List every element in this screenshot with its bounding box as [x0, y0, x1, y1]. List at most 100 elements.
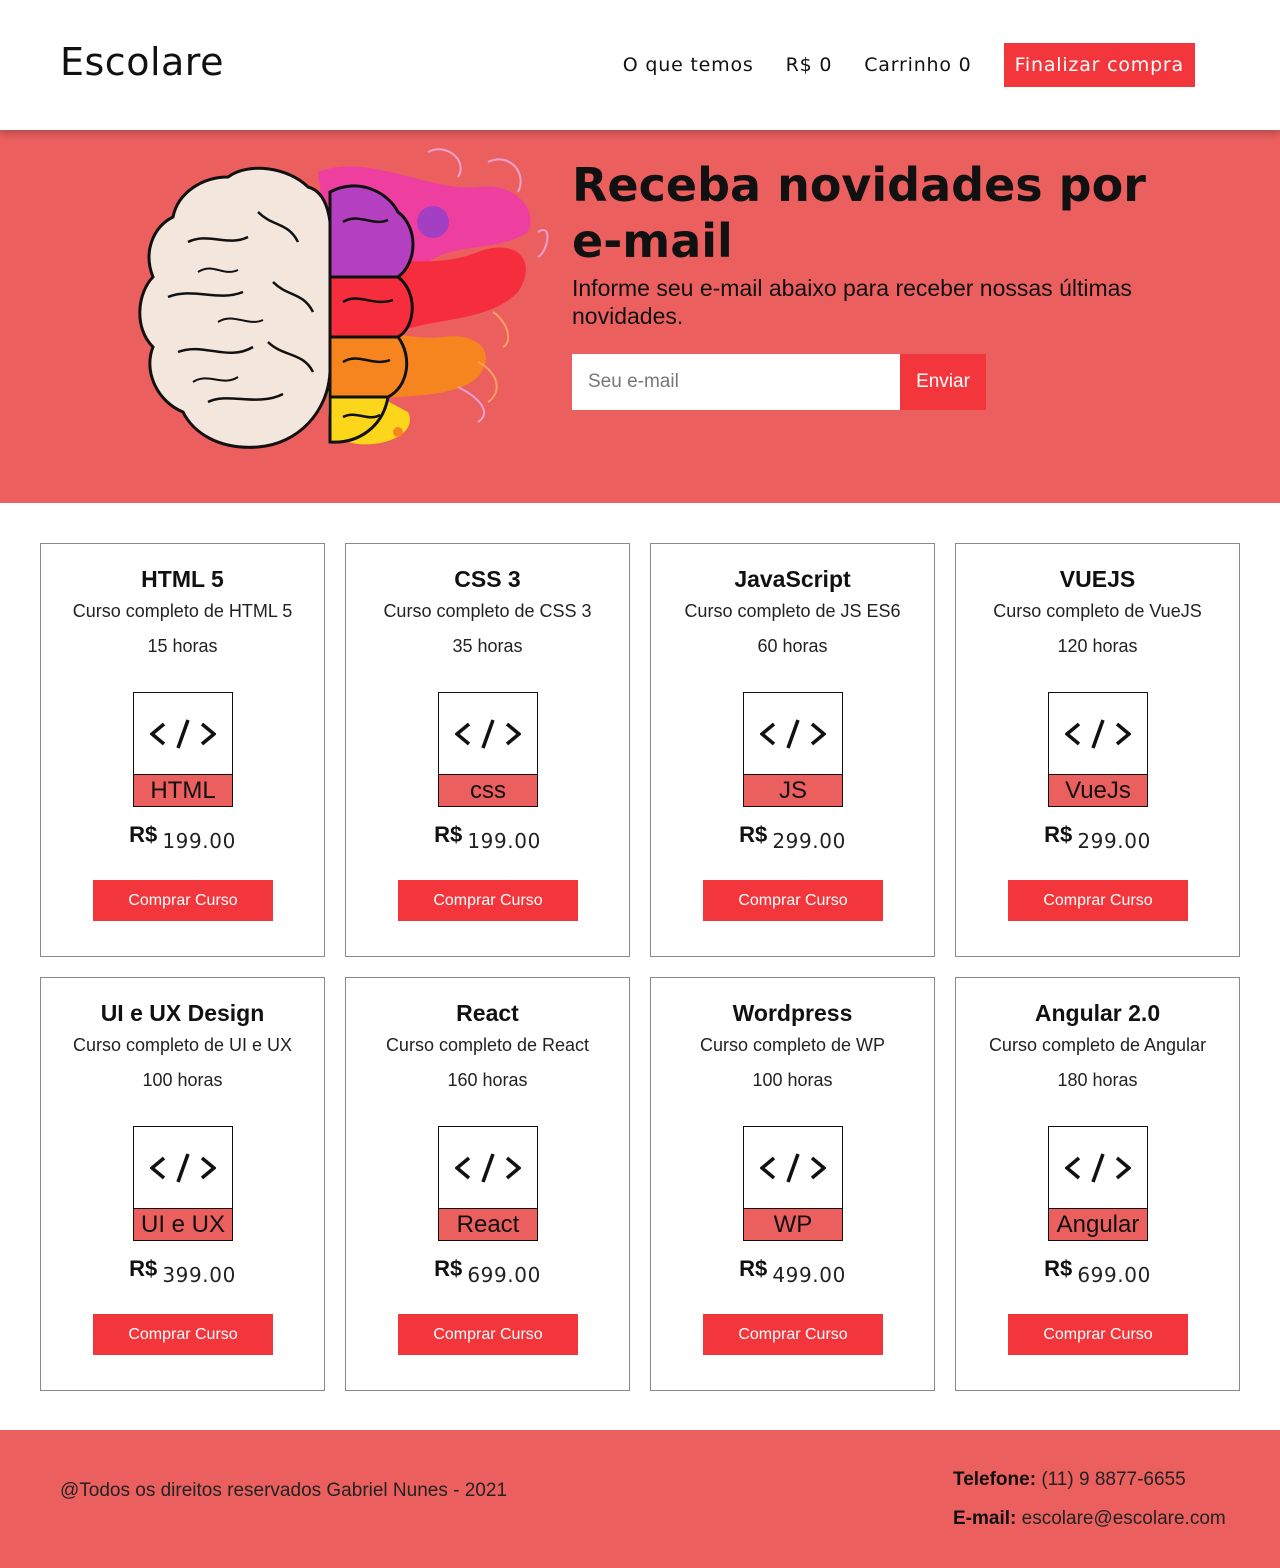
buy-course-button[interactable]: Comprar Curso	[93, 880, 273, 921]
currency-symbol: R$	[739, 1256, 768, 1281]
buy-course-button[interactable]: Comprar Curso	[1008, 880, 1188, 921]
course-title: CSS 3	[454, 566, 521, 592]
course-card: HTML 5 Curso completo de HTML 5 15 horas…	[40, 543, 325, 957]
course-price: R$ 499.00	[651, 1256, 934, 1287]
buy-course-button[interactable]: Comprar Curso	[1008, 1314, 1188, 1355]
course-title: UI e UX Design	[100, 1000, 265, 1026]
course-tag: JS	[744, 774, 842, 806]
code-icon: HTML	[133, 692, 233, 807]
buy-course-button[interactable]: Comprar Curso	[93, 1314, 273, 1355]
buy-course-button[interactable]: Comprar Curso	[703, 880, 883, 921]
course-description: Curso completo de VueJS	[993, 601, 1202, 621]
course-hours: 160 horas	[447, 1070, 528, 1090]
currency-symbol: R$	[434, 822, 463, 847]
phone-value: (11) 9 8877-6655	[1041, 1469, 1186, 1490]
code-icon: JS	[743, 692, 843, 807]
course-card: CSS 3 Curso completo de CSS 3 35 horas c…	[345, 543, 630, 957]
email-input[interactable]	[572, 354, 900, 410]
code-icon: VueJs	[1048, 692, 1148, 807]
nav-what-we-have[interactable]: O que temos	[623, 54, 754, 76]
code-icon: UI e UX	[133, 1126, 233, 1241]
course-tag: css	[439, 774, 537, 806]
currency-symbol: R$	[434, 1256, 463, 1281]
course-price: R$ 299.00	[651, 822, 934, 853]
price-value: 699.00	[467, 1263, 541, 1287]
course-title: React	[456, 1000, 519, 1026]
currency-symbol: R$	[739, 822, 768, 847]
course-card: React Curso completo de React 160 horas …	[345, 977, 630, 1391]
email-label: E-mail:	[953, 1508, 1017, 1529]
course-price: R$ 199.00	[346, 822, 629, 853]
course-tag: Angular	[1049, 1208, 1147, 1240]
course-hours: 100 horas	[142, 1070, 223, 1090]
price-value: 199.00	[467, 829, 541, 853]
course-description: Curso completo de CSS 3	[383, 601, 592, 621]
course-card: UI e UX Design Curso completo de UI e UX…	[40, 977, 325, 1391]
course-title: HTML 5	[141, 566, 224, 592]
email-line: E-mail: escolare@escolare.com	[953, 1499, 1226, 1538]
course-description: Curso completo de Angular	[988, 1035, 1207, 1055]
course-price: R$ 699.00	[346, 1256, 629, 1287]
newsletter-hero: Receba novidades por e-mail Informe seu …	[0, 130, 1280, 503]
currency-symbol: R$	[129, 822, 158, 847]
brain-illustration	[138, 148, 549, 449]
brain-right-hemisphere	[328, 184, 415, 444]
course-card: JavaScript Curso completo de JS ES6 60 h…	[650, 543, 935, 957]
hero-title: Receba novidades por e-mail	[572, 158, 1146, 268]
course-price: R$ 699.00	[956, 1256, 1239, 1287]
price-value: 199.00	[162, 829, 236, 853]
currency-symbol: R$	[1044, 822, 1073, 847]
course-description: Curso completo de JS ES6	[684, 601, 901, 621]
course-description: Curso completo de UI e UX	[72, 1035, 293, 1055]
price-value: 299.00	[772, 829, 846, 853]
hero-subtitle: Informe seu e-mail abaixo para receber n…	[572, 275, 1132, 329]
course-hours: 120 horas	[1057, 636, 1138, 656]
course-card: VUEJS Curso completo de VueJS 120 horas …	[955, 543, 1240, 957]
course-description: Curso completo de React	[385, 1035, 590, 1055]
code-icon: WP	[743, 1126, 843, 1241]
currency-symbol: R$	[1044, 1256, 1073, 1281]
price-value: 299.00	[1077, 829, 1151, 853]
site-footer: @Todos os direitos reservados Gabriel Nu…	[0, 1430, 1280, 1568]
send-button[interactable]: Enviar	[900, 354, 986, 410]
buy-course-button[interactable]: Comprar Curso	[398, 1314, 578, 1355]
logo[interactable]: Escolare	[60, 40, 224, 84]
brain-left-hemisphere	[138, 166, 333, 449]
code-icon: React	[438, 1126, 538, 1241]
course-tag: VueJs	[1049, 774, 1147, 806]
course-price: R$ 199.00	[41, 822, 324, 853]
course-price: R$ 399.00	[41, 1256, 324, 1287]
email-value[interactable]: escolare@escolare.com	[1022, 1508, 1226, 1529]
course-hours: 180 horas	[1057, 1070, 1138, 1090]
course-hours: 15 horas	[147, 636, 218, 656]
code-icon: css	[438, 692, 538, 807]
course-hours: 100 horas	[752, 1070, 833, 1090]
price-value: 499.00	[772, 1263, 846, 1287]
checkout-button[interactable]: Finalizar compra	[1003, 43, 1195, 87]
course-description: Curso completo de WP	[699, 1035, 886, 1055]
course-description: Curso completo de HTML 5	[72, 601, 293, 621]
contact-info: Telefone: (11) 9 8877-6655 E-mail: escol…	[953, 1460, 1226, 1538]
course-title: Wordpress	[732, 1000, 853, 1026]
courses-grid: HTML 5 Curso completo de HTML 5 15 horas…	[40, 543, 1240, 1391]
course-hours: 35 horas	[452, 636, 523, 656]
buy-course-button[interactable]: Comprar Curso	[398, 880, 578, 921]
course-hours: 60 horas	[757, 636, 828, 656]
currency-symbol: R$	[129, 1256, 158, 1281]
price-value: 399.00	[162, 1263, 236, 1287]
code-icon: Angular	[1048, 1126, 1148, 1241]
course-title: VUEJS	[1059, 566, 1136, 592]
course-tag: UI e UX	[134, 1208, 232, 1240]
course-card: Angular 2.0 Curso completo de Angular 18…	[955, 977, 1240, 1391]
course-tag: WP	[744, 1208, 842, 1240]
course-title: Angular 2.0	[1034, 1000, 1161, 1026]
nav-cart[interactable]: Carrinho 0	[864, 54, 971, 76]
nav-balance[interactable]: R$ 0	[786, 54, 833, 76]
price-value: 699.00	[1077, 1263, 1151, 1287]
main-nav: O que temos R$ 0 Carrinho 0 Finalizar co…	[623, 43, 1195, 87]
course-title: JavaScript	[734, 566, 851, 592]
site-header: Escolare O que temos R$ 0 Carrinho 0 Fin…	[0, 0, 1280, 130]
buy-course-button[interactable]: Comprar Curso	[703, 1314, 883, 1355]
course-card: Wordpress Curso completo de WP 100 horas…	[650, 977, 935, 1391]
course-tag: HTML	[134, 774, 232, 806]
